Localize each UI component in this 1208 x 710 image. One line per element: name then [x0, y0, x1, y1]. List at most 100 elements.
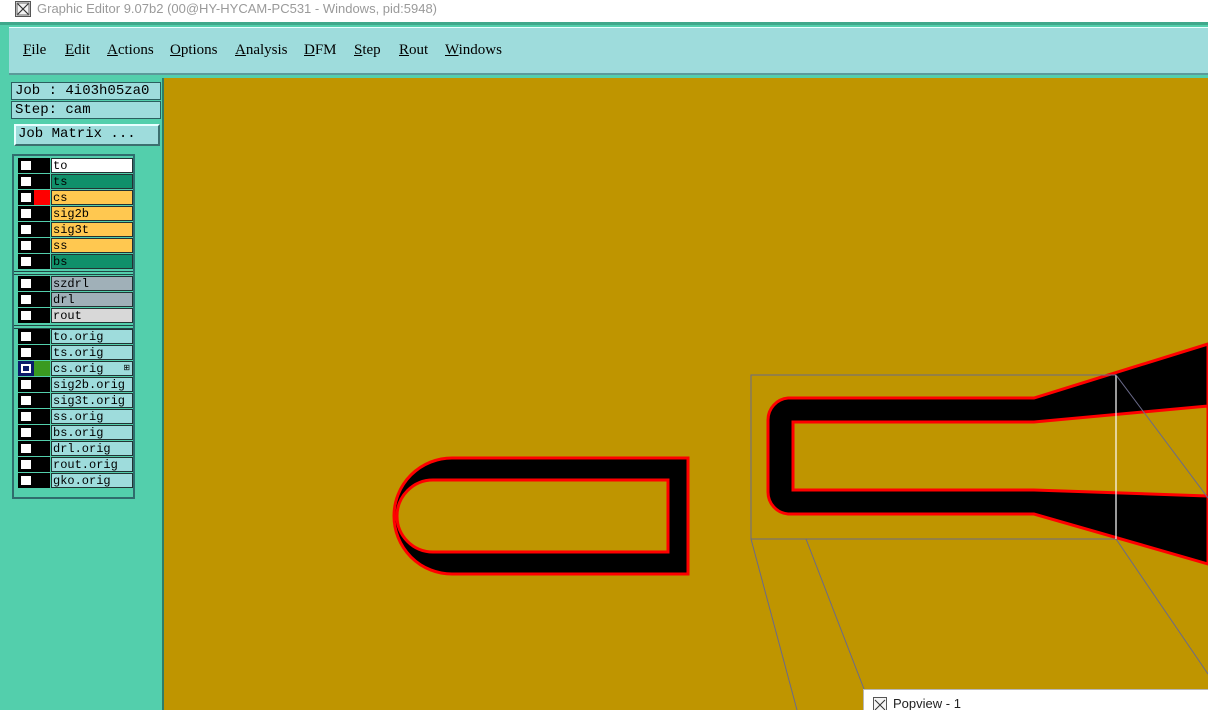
layer-color-swatch[interactable]	[34, 292, 50, 307]
layer-row-cs[interactable]: cs	[16, 190, 134, 205]
layer-row-szdrl[interactable]: szdrl	[16, 276, 134, 291]
layer-color-swatch[interactable]	[34, 158, 50, 173]
layer-row-ss-orig[interactable]: ss.orig	[16, 409, 134, 424]
layer-color-swatch[interactable]	[34, 329, 50, 344]
layer-checkbox[interactable]	[18, 222, 34, 237]
layer-row-sig3t-orig[interactable]: sig3t.orig	[16, 393, 134, 408]
layer-checkbox[interactable]	[18, 254, 34, 269]
taper-feature[interactable]	[766, 342, 1208, 566]
window-title: Graphic Editor 9.07b2 (00@HY-HYCAM-PC531…	[37, 1, 438, 16]
layer-checkbox[interactable]	[18, 238, 34, 253]
layer-checkbox[interactable]	[18, 345, 34, 360]
menu-analysis[interactable]: Analysis	[235, 41, 288, 59]
layer-name[interactable]: rout.orig	[51, 457, 133, 472]
layer-checkbox[interactable]	[18, 425, 34, 440]
frame-top-border	[0, 22, 1208, 25]
menu-rout[interactable]: Rout	[399, 41, 428, 59]
job-matrix-button[interactable]: Job Matrix ...	[14, 124, 160, 146]
layer-name[interactable]: cs	[51, 190, 133, 205]
layer-row-to[interactable]: to	[16, 158, 134, 173]
menu-edit[interactable]: Edit	[65, 41, 90, 59]
layer-row-rout-orig[interactable]: rout.orig	[16, 457, 134, 472]
layer-checkbox[interactable]	[18, 441, 34, 456]
layer-checkbox[interactable]	[18, 308, 34, 323]
layer-color-swatch[interactable]	[34, 190, 50, 205]
layer-color-swatch[interactable]	[34, 409, 50, 424]
layer-name[interactable]: rout	[51, 308, 133, 323]
layer-row-ss[interactable]: ss	[16, 238, 134, 253]
layer-row-ts[interactable]: ts	[16, 174, 134, 189]
layer-color-swatch[interactable]	[34, 276, 50, 291]
layer-checkbox[interactable]	[18, 393, 34, 408]
layer-checkbox[interactable]	[18, 361, 34, 376]
layer-checkbox[interactable]	[18, 457, 34, 472]
layer-color-swatch[interactable]	[34, 457, 50, 472]
layer-color-swatch[interactable]	[34, 441, 50, 456]
canvas-drawing	[392, 342, 1208, 710]
layer-checkbox[interactable]	[18, 174, 34, 189]
layer-color-swatch[interactable]	[34, 308, 50, 323]
layer-name[interactable]: sig2b.orig	[51, 377, 133, 392]
layer-color-swatch[interactable]	[34, 473, 50, 488]
layer-row-gko-orig[interactable]: gko.orig	[16, 473, 134, 488]
layer-color-swatch[interactable]	[34, 361, 50, 376]
layer-row-drl[interactable]: drl	[16, 292, 134, 307]
layer-row-sig2b-orig[interactable]: sig2b.orig	[16, 377, 134, 392]
layer-checkbox[interactable]	[18, 190, 34, 205]
layer-checkbox[interactable]	[18, 158, 34, 173]
layer-checkbox[interactable]	[18, 276, 34, 291]
layer-row-ts-orig[interactable]: ts.orig	[16, 345, 134, 360]
layer-color-swatch[interactable]	[34, 425, 50, 440]
title-bar: Graphic Editor 9.07b2 (00@HY-HYCAM-PC531…	[0, 0, 1208, 22]
layer-row-sig3t[interactable]: sig3t	[16, 222, 134, 237]
layer-row-bs[interactable]: bs	[16, 254, 134, 269]
menu-actions[interactable]: Actions	[107, 41, 154, 59]
layer-name[interactable]: ts.orig	[51, 345, 133, 360]
menu-step[interactable]: Step	[354, 41, 381, 59]
layer-name[interactable]: bs	[51, 254, 133, 269]
popview-icon	[873, 697, 887, 710]
layer-name[interactable]: drl	[51, 292, 133, 307]
slot-feature[interactable]	[392, 456, 690, 576]
layer-color-swatch[interactable]	[34, 222, 50, 237]
layer-color-swatch[interactable]	[34, 238, 50, 253]
popview-window[interactable]: Popview - 1	[863, 689, 1208, 710]
layer-name[interactable]: ss.orig	[51, 409, 133, 424]
layer-name[interactable]: ts	[51, 174, 133, 189]
layer-checkbox[interactable]	[18, 377, 34, 392]
layer-row-to-orig[interactable]: to.orig	[16, 329, 134, 344]
layer-name[interactable]: to	[51, 158, 133, 173]
layer-name[interactable]: sig2b	[51, 206, 133, 221]
menu-file[interactable]: File	[23, 41, 46, 59]
layer-color-swatch[interactable]	[34, 174, 50, 189]
layer-row-cs-orig[interactable]: cs.orig ⊞	[16, 361, 134, 376]
layer-name[interactable]: sig3t.orig	[51, 393, 133, 408]
layer-name[interactable]: gko.orig	[51, 473, 133, 488]
layer-color-swatch[interactable]	[34, 393, 50, 408]
layer-color-swatch[interactable]	[34, 206, 50, 221]
layer-checkbox[interactable]	[18, 409, 34, 424]
layer-color-swatch[interactable]	[34, 345, 50, 360]
menu-dfm[interactable]: DFM	[304, 41, 337, 59]
layer-checkbox[interactable]	[18, 206, 34, 221]
menu-windows[interactable]: Windows	[445, 41, 502, 59]
layer-name[interactable]: ss	[51, 238, 133, 253]
layer-checkbox[interactable]	[18, 292, 34, 307]
graphic-canvas[interactable]	[164, 78, 1208, 710]
menu-options[interactable]: Options	[170, 41, 218, 59]
layer-row-drl-orig[interactable]: drl.orig	[16, 441, 134, 456]
layer-color-swatch[interactable]	[34, 254, 50, 269]
layer-name[interactable]: to.orig	[51, 329, 133, 344]
layer-row-bs-orig[interactable]: bs.orig	[16, 425, 134, 440]
layer-row-rout[interactable]: rout	[16, 308, 134, 323]
layer-name[interactable]: cs.orig ⊞	[51, 361, 133, 376]
layer-row-sig2b[interactable]: sig2b	[16, 206, 134, 221]
popview-title: Popview - 1	[893, 696, 961, 710]
layer-checkbox[interactable]	[18, 473, 34, 488]
layer-name[interactable]: drl.orig	[51, 441, 133, 456]
layer-color-swatch[interactable]	[34, 377, 50, 392]
layer-name[interactable]: bs.orig	[51, 425, 133, 440]
layer-checkbox[interactable]	[18, 329, 34, 344]
layer-name[interactable]: szdrl	[51, 276, 133, 291]
layer-name[interactable]: sig3t	[51, 222, 133, 237]
